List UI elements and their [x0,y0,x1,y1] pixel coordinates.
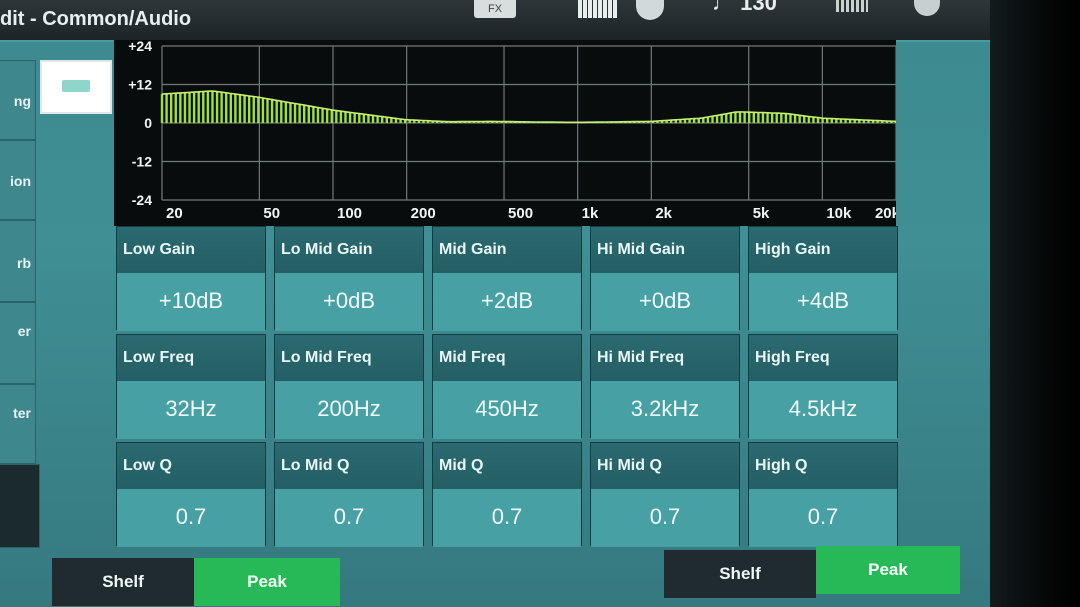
low-freq-knob[interactable]: Low Freq 32Hz [116,334,266,439]
param-label: Mid Q [433,443,581,489]
low-peak-button[interactable]: Peak [194,558,340,606]
sidebar-item-label: rb [17,255,31,271]
x-tick-label: 500 [508,205,533,222]
sidebar-item-label: ion [10,173,31,189]
sidebar-item-label: ter [13,405,31,421]
midi-icon[interactable] [636,0,664,20]
x-tick-label: 20 [166,205,183,222]
param-label: Mid Gain [433,227,581,273]
param-value: 200Hz [275,381,423,439]
high-freq-knob[interactable]: High Freq 4.5kHz [748,334,898,439]
hi-mid-gain-knob[interactable]: Hi Mid Gain +0dB [590,226,740,331]
param-value: 32Hz [117,381,265,439]
x-tick-label: 1k [582,205,599,222]
param-value: +4dB [749,273,897,331]
param-value: 4.5kHz [749,381,897,439]
param-value: 0.7 [433,489,581,547]
high-gain-knob[interactable]: High Gain +4dB [748,226,898,331]
eq-parameter-grid: Low Gain +10dB Lo Mid Gain +0dB Mid Gain… [116,226,906,547]
x-tick-label: 10k [826,205,852,222]
window-title: dit - Common/Audio [0,8,192,30]
eq-toggle-indicator [62,80,90,92]
param-label: High Freq [749,335,897,381]
sidebar-item-3[interactable]: rb [0,220,36,302]
device-bezel [990,0,1080,607]
param-value: +2dB [433,273,581,331]
title-bar: dit - Common/Audio FX ♩ 130 [0,0,990,42]
high-q-knob[interactable]: High Q 0.7 [748,442,898,547]
param-label: Lo Mid Gain [275,227,423,273]
y-tick-label: +24 [128,40,152,54]
param-label: Mid Freq [433,335,581,381]
y-tick-label: 0 [144,115,152,131]
sidebar-item-label: er [17,323,31,339]
mid-q-knob[interactable]: Mid Q 0.7 [432,442,582,547]
lo-mid-q-knob[interactable]: Lo Mid Q 0.7 [274,442,424,547]
list-icon[interactable] [836,0,868,12]
x-tick-label: 2k [655,205,672,222]
low-q-knob[interactable]: Low Q 0.7 [116,442,266,547]
hi-mid-q-knob[interactable]: Hi Mid Q 0.7 [590,442,740,547]
param-value: 3.2kHz [591,381,739,439]
y-tick-label: -12 [132,154,152,170]
sidebar-item-1[interactable]: ng [0,60,36,140]
x-tick-label: 20k [875,205,896,222]
param-label: High Q [749,443,897,489]
param-label: Hi Mid Gain [591,227,739,273]
param-value: 0.7 [117,489,265,547]
param-label: Low Gain [117,227,265,273]
high-peak-button[interactable]: Peak [816,546,960,594]
lo-mid-gain-knob[interactable]: Lo Mid Gain +0dB [274,226,424,331]
low-shelf-button[interactable]: Shelf [52,558,194,606]
eq-graph[interactable]: +24 +12 0 -12 -24 20 50 100 200 500 1k 2k 5k 10k 20k [114,40,896,226]
sidebar-item-5[interactable]: ter [0,384,36,464]
x-tick-label: 100 [337,205,362,222]
sidebar-item-label: ng [13,93,31,109]
param-value: 0.7 [749,489,897,547]
param-label: Hi Mid Q [591,443,739,489]
param-label: High Gain [749,227,897,273]
param-label: Lo Mid Q [275,443,423,489]
gear-icon[interactable] [914,0,940,16]
sidebar-item-6[interactable] [0,464,40,548]
y-tick-label: +12 [128,77,152,93]
keyboard-icon[interactable] [578,0,618,18]
low-gain-knob[interactable]: Low Gain +10dB [116,226,266,331]
param-value: +0dB [591,273,739,331]
param-value: 0.7 [275,489,423,547]
eq-graph-svg: +24 +12 0 -12 -24 20 50 100 200 500 1k 2k 5k 10k 20k [128,40,896,222]
param-value: +0dB [275,273,423,331]
tempo-display[interactable]: ♩ 130 [712,0,777,16]
sidebar: ng ion rb er ter [0,60,40,548]
high-shelf-button[interactable]: Shelf [664,550,816,598]
param-label: Low Freq [117,335,265,381]
hi-mid-freq-knob[interactable]: Hi Mid Freq 3.2kHz [590,334,740,439]
param-value: 450Hz [433,381,581,439]
param-value: 0.7 [591,489,739,547]
param-value: +10dB [117,273,265,331]
x-tick-label: 5k [753,205,770,222]
y-tick-label: -24 [132,192,152,208]
mid-freq-knob[interactable]: Mid Freq 450Hz [432,334,582,439]
x-tick-label: 50 [263,205,280,222]
screen: dit - Common/Audio FX ♩ 130 ng ion rb er… [0,0,990,607]
eq-toggle-button[interactable] [40,60,112,114]
lo-mid-freq-knob[interactable]: Lo Mid Freq 200Hz [274,334,424,439]
fx-button[interactable]: FX [474,0,516,18]
sidebar-item-2[interactable]: ion [0,140,36,220]
param-label: Lo Mid Freq [275,335,423,381]
mid-gain-knob[interactable]: Mid Gain +2dB [432,226,582,331]
x-tick-label: 200 [411,205,436,222]
param-label: Low Q [117,443,265,489]
param-label: Hi Mid Freq [591,335,739,381]
sidebar-item-4[interactable]: er [0,302,36,384]
